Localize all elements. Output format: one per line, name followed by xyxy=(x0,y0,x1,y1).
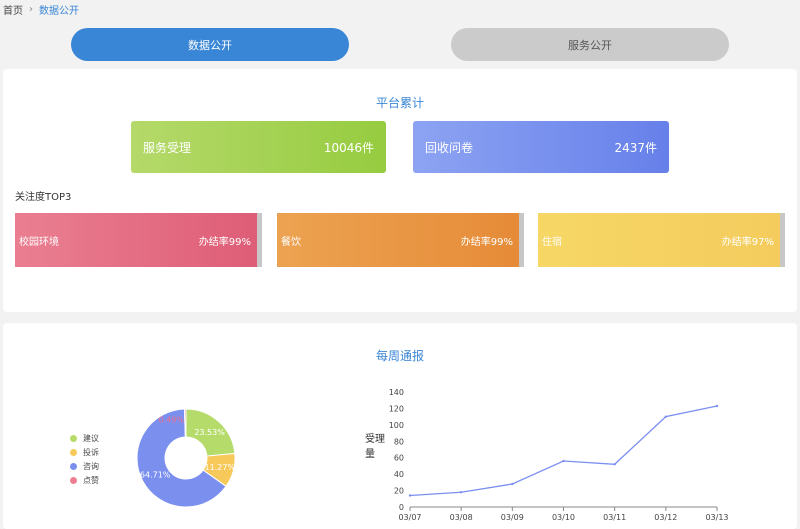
tab-service-public[interactable]: 服务公开 xyxy=(451,28,729,61)
x-tick-label: 03/13 xyxy=(705,513,728,522)
y-tick-label: 0 xyxy=(399,503,404,512)
data-point[interactable] xyxy=(562,459,565,463)
category-donut-chart: 23.53% 11.27% 64.71% 0.49% xyxy=(136,408,236,508)
top3-item-name: 住宿 xyxy=(542,236,562,248)
pie-slice-label: 0.49% xyxy=(159,416,185,425)
x-tick-label: 03/11 xyxy=(603,513,626,522)
y-tick-label: 20 xyxy=(394,487,404,496)
legend-swatch xyxy=(70,462,77,470)
data-point[interactable] xyxy=(459,491,463,494)
weekly-line-chart: 受理量 0 20 40 60 80 100 120 140 03/07 03/08 03/09 03/1… xyxy=(365,388,729,522)
series-line xyxy=(409,405,718,497)
x-tick-label: 03/07 xyxy=(398,513,421,522)
tab-data-public[interactable]: 数据公开 xyxy=(71,28,349,61)
chevron-right-icon: › xyxy=(29,4,33,15)
data-point[interactable] xyxy=(613,463,616,466)
top3-item-name: 校园环境 xyxy=(19,236,59,248)
data-point[interactable] xyxy=(664,415,668,418)
stat-value: 2437件 xyxy=(614,140,657,155)
pie-slice-label: 23.53% xyxy=(194,428,225,437)
legend-label: 投诉 xyxy=(83,447,99,457)
breadcrumb-home[interactable]: 首页 xyxy=(3,2,23,17)
legend-label: 建议 xyxy=(83,433,99,443)
breadcrumb: 首页 › 数据公开 xyxy=(3,2,79,17)
stat-label: 服务受理 xyxy=(143,140,192,155)
stat-questionnaires[interactable]: 回收问卷 2437件 xyxy=(413,121,669,173)
top3-item-rate: 办结率97% xyxy=(721,236,774,248)
y-axis-label-cont: 量 xyxy=(365,448,375,460)
x-tick-label: 03/12 xyxy=(654,513,677,522)
y-tick-label: 40 xyxy=(394,470,404,479)
legend-swatch xyxy=(70,476,77,484)
top3-item-rate: 办结率99% xyxy=(460,236,513,248)
legend-item[interactable]: 咨询 xyxy=(70,459,99,473)
top3-label: 关注度TOP3 xyxy=(15,192,72,203)
top3-item-campus[interactable]: 校园环境 办结率99% xyxy=(15,213,262,267)
y-tick-label: 60 xyxy=(394,454,404,463)
data-point[interactable] xyxy=(715,404,719,408)
stat-value: 10046件 xyxy=(323,140,374,155)
legend-item[interactable]: 建议 xyxy=(70,431,99,445)
pie-slice-label: 11.27% xyxy=(205,463,236,472)
legend-label: 咨询 xyxy=(83,461,99,471)
pie-legend: 建议 投诉 咨询 点赞 xyxy=(70,431,99,487)
weekly-title: 每周通报 xyxy=(375,349,424,363)
legend-item[interactable]: 投诉 xyxy=(70,445,99,459)
top3-item-housing[interactable]: 住宿 办结率97% xyxy=(538,213,785,267)
x-tick-label: 03/09 xyxy=(501,513,524,522)
legend-swatch xyxy=(70,448,77,456)
legend-item[interactable]: 点赞 xyxy=(70,473,99,487)
pie-slice-label: 64.71% xyxy=(140,471,171,480)
x-tick-label: 03/08 xyxy=(450,513,473,522)
legend-label: 点赞 xyxy=(83,475,99,485)
top3-item-dining[interactable]: 餐饮 办结率99% xyxy=(277,213,524,267)
platform-title: 平台累计 xyxy=(375,96,424,110)
stat-service-accepted[interactable]: 服务受理 10046件 xyxy=(131,121,386,173)
data-point[interactable] xyxy=(408,494,412,497)
breadcrumb-current: 数据公开 xyxy=(39,6,79,17)
top3-item-rate: 办结率99% xyxy=(198,236,251,248)
legend-swatch xyxy=(70,434,77,442)
y-tick-label: 80 xyxy=(394,437,404,446)
top3-item-name: 餐饮 xyxy=(281,236,301,248)
y-tick-label: 100 xyxy=(389,421,404,430)
y-tick-label: 140 xyxy=(389,388,404,397)
platform-card: 平台累计 服务受理 10046件 回收问卷 2437件 关注度TOP3 校园环境… xyxy=(3,69,797,312)
y-axis-label: 受理 xyxy=(365,433,385,445)
data-point[interactable] xyxy=(511,482,514,486)
y-tick-label: 120 xyxy=(389,404,404,413)
x-tick-label: 03/10 xyxy=(552,513,575,522)
stat-label: 回收问卷 xyxy=(425,140,474,155)
